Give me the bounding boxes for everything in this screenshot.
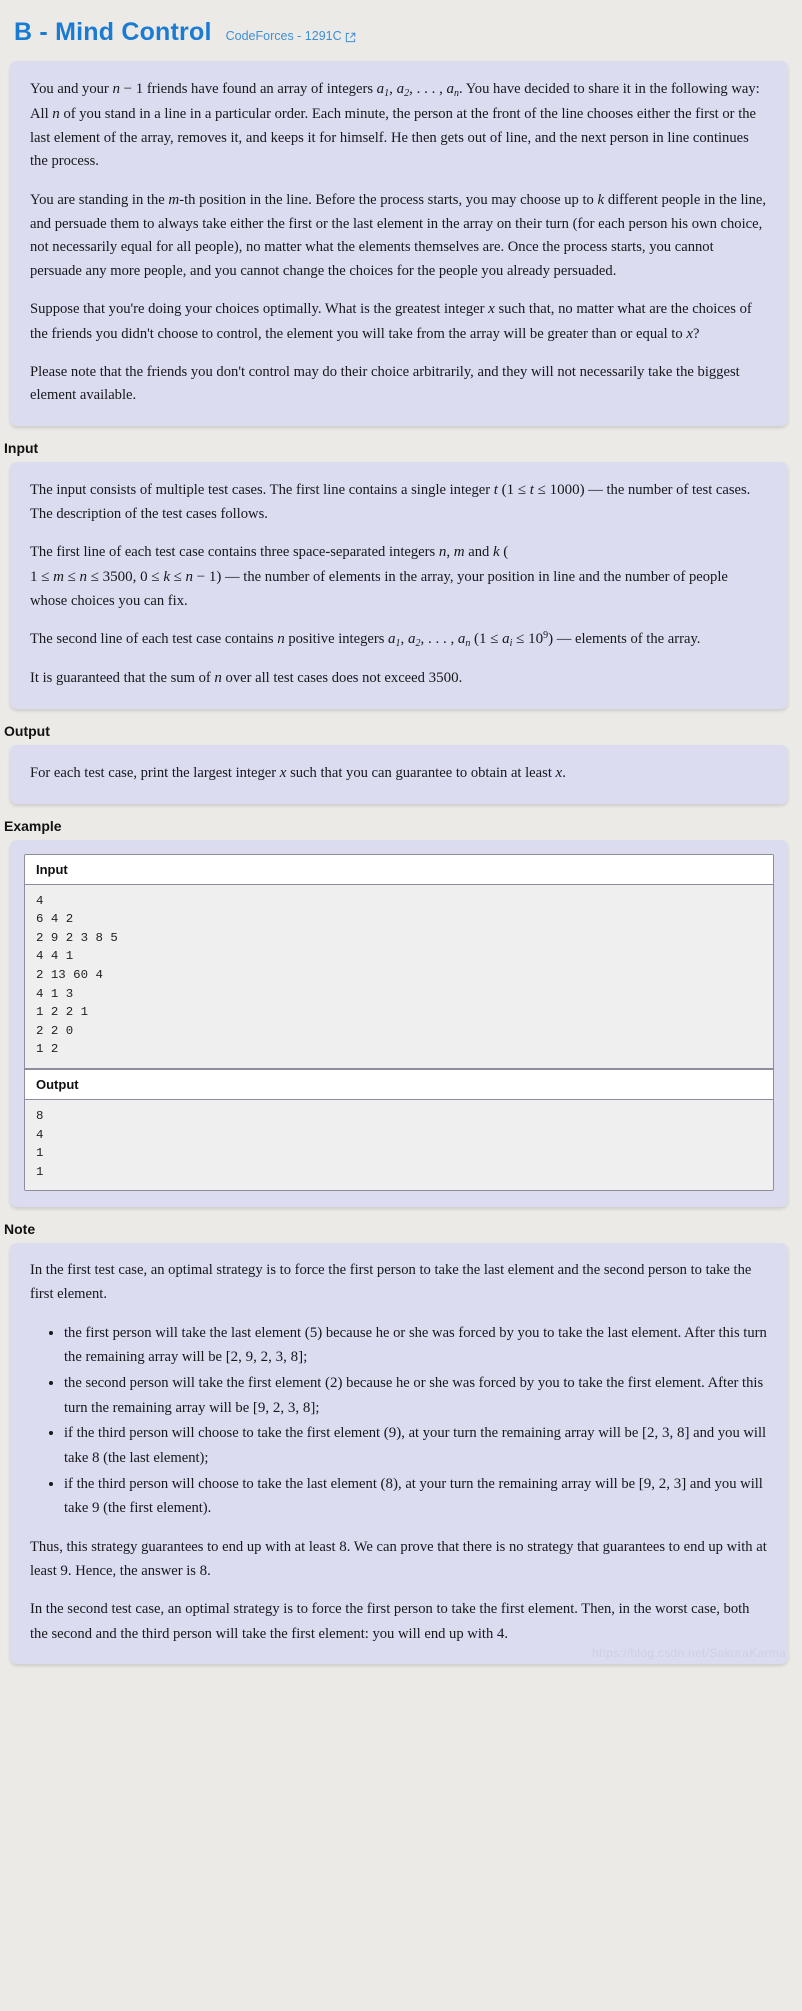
list-item: the second person will take the first el… — [64, 1371, 768, 1420]
example-input-code[interactable]: 4 6 4 2 2 9 2 3 8 5 4 4 1 2 13 60 4 4 1 … — [25, 884, 773, 1069]
example-section-heading: Example — [4, 817, 62, 834]
problem-page: B - Mind Control CodeForces - 1291C You … — [0, 0, 802, 1666]
input-section-heading: Input — [4, 440, 39, 457]
note-closing-paragraph: In the second test case, an optimal stra… — [30, 1601, 750, 1642]
output-panel: For each test case, print the largest in… — [10, 744, 788, 804]
input-paragraph: The input consists of multiple test case… — [30, 482, 751, 522]
output-paragraph: For each test case, print the largest in… — [30, 764, 566, 781]
statement-paragraph: You and your n − 1 friends have found an… — [30, 81, 760, 170]
example-panel: Input 4 6 4 2 2 9 2 3 8 5 4 4 1 2 13 60 … — [10, 839, 788, 1208]
external-link-icon — [345, 32, 356, 43]
note-intro-paragraph: In the first test case, an optimal strat… — [30, 1262, 752, 1303]
note-closing-paragraph: Thus, this strategy guarantees to end up… — [30, 1538, 767, 1580]
statement-paragraph: You are standing in the m-th position in… — [30, 191, 766, 279]
note-section-heading: Note — [4, 1221, 36, 1238]
statement-panel: You and your n − 1 friends have found an… — [10, 61, 788, 427]
page-title: B - Mind Control — [14, 18, 212, 46]
problem-source-label: CodeForces - 1291C — [225, 29, 342, 43]
list-item: if the third person will choose to take … — [64, 1421, 768, 1470]
statement-paragraph: Suppose that you're doing your choices o… — [30, 301, 752, 343]
problem-source-link[interactable]: CodeForces - 1291C — [226, 29, 356, 43]
list-item: the first person will take the last elem… — [64, 1321, 768, 1370]
statement-paragraph: Please note that the friends you don't c… — [30, 363, 740, 404]
input-panel: The input consists of multiple test case… — [10, 462, 788, 709]
example-io-table: Input 4 6 4 2 2 9 2 3 8 5 4 4 1 2 13 60 … — [24, 853, 774, 1192]
example-input-label: Input — [25, 854, 773, 885]
page-header: B - Mind Control CodeForces - 1291C — [0, 0, 802, 61]
input-paragraph: The second line of each test case contai… — [30, 630, 701, 650]
input-paragraph: The first line of each test case contain… — [30, 544, 728, 609]
example-output-code[interactable]: 8 4 1 1 — [25, 1099, 773, 1191]
list-item: if the third person will choose to take … — [64, 1472, 768, 1521]
example-output-label: Output — [25, 1068, 773, 1100]
note-panel: In the first test case, an optimal strat… — [10, 1243, 788, 1665]
input-paragraph: It is guaranteed that the sum of n over … — [30, 670, 463, 687]
note-bullet-list: the first person will take the last elem… — [30, 1321, 768, 1521]
output-section-heading: Output — [4, 722, 50, 739]
